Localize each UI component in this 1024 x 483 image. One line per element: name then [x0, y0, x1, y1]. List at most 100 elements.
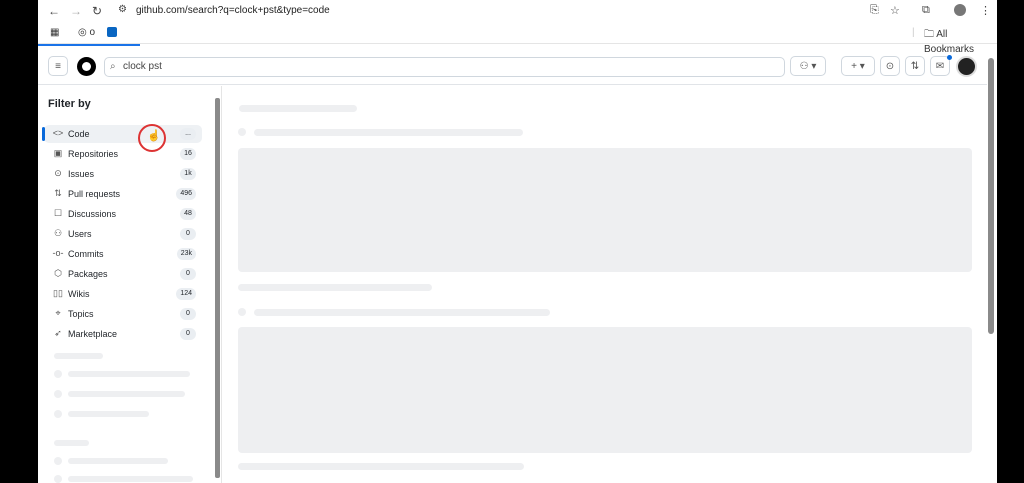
- skeleton-heading: [54, 440, 89, 446]
- skeleton-code-block: [238, 148, 972, 272]
- filter-label: Commits: [68, 249, 104, 259]
- filter-label: Users: [68, 229, 92, 239]
- filter-label: Issues: [68, 169, 95, 179]
- filter-label: Marketplace: [68, 329, 118, 339]
- filter-marketplace[interactable]: ➶ Marketplace 0: [44, 325, 202, 343]
- hamburger-menu-icon[interactable]: ≡: [48, 56, 68, 76]
- pull-request-icon: ⇅: [54, 188, 62, 198]
- skeleton-line: [68, 458, 168, 464]
- filter-count: 0: [180, 308, 196, 320]
- skeleton-heading: [54, 353, 103, 359]
- copilot-button[interactable]: ⚇ ▾: [790, 56, 826, 76]
- search-icon: ⌕: [110, 61, 116, 72]
- discussion-icon: ☐: [53, 208, 63, 218]
- address-bar-row: ← → ↻ ⚙ github.com/search?q=clock+pst&ty…: [38, 0, 997, 22]
- filter-label: Discussions: [68, 209, 117, 219]
- filter-count: 0: [180, 268, 196, 280]
- filter-count: ...: [180, 128, 196, 140]
- filter-count: 16: [180, 148, 196, 160]
- repo-icon: ▣: [53, 148, 63, 158]
- skeleton-line: [68, 411, 149, 417]
- star-icon[interactable]: ☆: [890, 4, 900, 17]
- filter-count: 1k: [180, 168, 196, 180]
- sidebar-scrollbar[interactable]: [215, 98, 220, 478]
- rocket-icon: ➶: [54, 328, 62, 338]
- bookmark-o[interactable]: ◎ o: [78, 27, 95, 38]
- filter-count: 23k: [176, 248, 196, 260]
- filter-packages[interactable]: ⬡ Packages 0: [44, 265, 202, 283]
- skeleton-line: [254, 129, 523, 136]
- menu-dots-icon[interactable]: ⋮: [980, 4, 991, 17]
- skeleton-dot: [54, 410, 62, 418]
- github-logo-icon[interactable]: [77, 57, 96, 76]
- reload-icon[interactable]: ↻: [92, 4, 102, 18]
- filter-count: 48: [180, 208, 196, 220]
- apps-grid-icon[interactable]: ▦: [50, 27, 59, 38]
- url-field[interactable]: github.com/search?q=clock+pst&type=code: [136, 2, 936, 20]
- search-value: clock pst: [123, 61, 162, 72]
- github-header: ≡ ⌕ clock pst ⚇ ▾ + ▾ ⊙ ⇅ ✉: [38, 47, 987, 85]
- page-loading-bar: [38, 44, 140, 46]
- filter-issues[interactable]: ⊙ Issues 1k: [44, 165, 202, 183]
- code-icon: <>: [52, 128, 64, 138]
- filter-title: Filter by: [48, 98, 91, 110]
- filter-label: Topics: [68, 309, 94, 319]
- skeleton-line: [68, 391, 185, 397]
- back-icon[interactable]: ←: [48, 4, 60, 18]
- filter-topics[interactable]: ⌖ Topics 0: [44, 305, 202, 323]
- site-info-icon[interactable]: ⚙: [118, 4, 127, 15]
- filter-label: Wikis: [68, 289, 90, 299]
- filter-wikis[interactable]: ▯▯ Wikis 124: [44, 285, 202, 303]
- people-icon: ⚇: [53, 228, 63, 238]
- url-path: /search?q=clock+pst&type=code: [184, 5, 330, 16]
- filter-label: Packages: [68, 269, 108, 279]
- bookmarks-divider: |: [912, 27, 915, 38]
- forward-icon[interactable]: →: [70, 4, 82, 18]
- issue-icon: ⊙: [54, 168, 62, 178]
- pull-requests-icon[interactable]: ⇅: [905, 56, 925, 76]
- filter-label: Pull requests: [68, 189, 121, 199]
- url-host: github.com: [136, 5, 185, 16]
- skeleton-code-block: [238, 327, 972, 453]
- skeleton-dot: [54, 457, 62, 465]
- filter-count: 0: [180, 328, 196, 340]
- profile-avatar[interactable]: [954, 4, 966, 16]
- filter-sidebar: Filter by <> Code ... ▣ Repositories 16 …: [38, 86, 220, 483]
- skeleton-line: [254, 309, 550, 316]
- filter-users[interactable]: ⚇ Users 0: [44, 225, 202, 243]
- skeleton-line: [238, 463, 524, 470]
- install-icon[interactable]: ⎘: [870, 4, 879, 17]
- main-scrollbar[interactable]: [988, 58, 994, 334]
- hand-cursor-icon: ☝: [147, 130, 161, 142]
- skeleton-line: [238, 284, 432, 291]
- skeleton-line: [68, 371, 190, 377]
- active-indicator: [42, 127, 45, 141]
- filter-discussions[interactable]: ☐ Discussions 48: [44, 205, 202, 223]
- search-input[interactable]: ⌕ clock pst: [104, 57, 785, 77]
- extensions-icon[interactable]: ⧉: [922, 4, 930, 17]
- skeleton-dot: [54, 475, 62, 483]
- filter-repositories[interactable]: ▣ Repositories 16: [44, 145, 202, 163]
- linkedin-icon[interactable]: [107, 27, 117, 37]
- filter-count: 124: [176, 288, 196, 300]
- commit-icon: -o-: [52, 248, 64, 258]
- book-icon: ▯▯: [53, 288, 63, 298]
- package-icon: ⬡: [54, 268, 62, 278]
- filter-code[interactable]: <> Code ...: [42, 125, 202, 143]
- filter-pull-requests[interactable]: ⇅ Pull requests 496: [44, 185, 202, 203]
- create-new-button[interactable]: + ▾: [841, 56, 875, 76]
- filter-label: Code: [68, 129, 90, 139]
- skeleton-dot: [238, 128, 246, 136]
- filter-count: 496: [176, 188, 196, 200]
- user-avatar[interactable]: [956, 56, 977, 77]
- issues-icon[interactable]: ⊙: [880, 56, 900, 76]
- bookmark-o-label: o: [89, 27, 96, 38]
- filter-commits[interactable]: -o- Commits 23k: [44, 245, 202, 263]
- sidebar-divider: [221, 86, 222, 483]
- filter-count: 0: [180, 228, 196, 240]
- skeleton-dot: [54, 370, 62, 378]
- tag-icon: ⌖: [55, 308, 61, 318]
- browser-window: ← → ↻ ⚙ github.com/search?q=clock+pst&ty…: [38, 0, 997, 483]
- notification-dot: [947, 55, 952, 60]
- click-indicator: ☝: [138, 124, 166, 152]
